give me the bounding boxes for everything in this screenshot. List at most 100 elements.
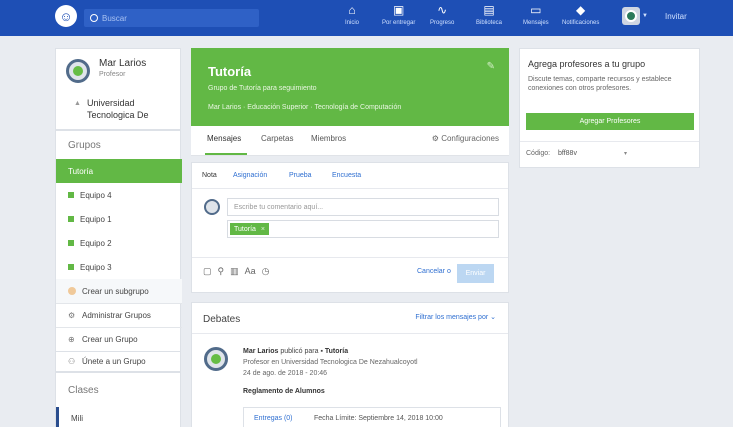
type-tab-nota[interactable]: Nota xyxy=(202,172,217,179)
group-label: Equipo 2 xyxy=(80,238,112,248)
divider xyxy=(192,188,508,189)
nav-pending[interactable]: ▣ Por entregar xyxy=(382,3,415,26)
group-item-equipo-3[interactable]: Equipo 3 xyxy=(56,255,182,279)
type-tab-prueba[interactable]: Prueba xyxy=(289,172,312,179)
group-label: Tutoría xyxy=(68,166,94,176)
nav-label: Notificaciones xyxy=(562,20,600,26)
create-subgroup-button[interactable]: Crear un subgrupo xyxy=(56,279,182,303)
plus-icon: ⊕ xyxy=(68,334,75,344)
nav-progress[interactable]: ∿ Progreso xyxy=(430,3,454,26)
nav-library[interactable]: ▤ Biblioteca xyxy=(476,3,502,26)
pencil-icon[interactable]: ✎ xyxy=(487,61,495,72)
groups-title: Grupos xyxy=(68,140,101,151)
search-icon xyxy=(90,14,98,22)
type-tab-asignacion[interactable]: Asignación xyxy=(233,172,267,179)
settings-label: Configuraciones xyxy=(441,134,499,143)
nav-label: Mensajes xyxy=(523,20,549,26)
join-group-link[interactable]: ⚇ Únete a un Grupo xyxy=(56,350,182,372)
class-item[interactable]: Mili xyxy=(56,407,182,427)
nav-label: Por entregar xyxy=(382,20,416,26)
recipient-chip[interactable]: Tutoría × xyxy=(230,223,270,235)
profile-name[interactable]: Mar Larios xyxy=(99,58,146,69)
profile-school[interactable]: Universidad Tecnologica De xyxy=(87,97,177,121)
group-subtitle: Grupo de Tutoría para seguimiento xyxy=(208,85,317,92)
settings-link[interactable]: ⚙ Configuraciones xyxy=(432,134,499,143)
join-group-row: ⚇ Únete a un Grupo xyxy=(55,352,181,372)
send-button[interactable]: Enviar xyxy=(457,264,494,283)
chevron-down-icon[interactable]: ▾ xyxy=(624,150,627,157)
group-label: Equipo 1 xyxy=(80,214,112,224)
create-group-link[interactable]: ⊕ Crear un Grupo xyxy=(56,327,182,351)
group-item-equipo-1[interactable]: Equipo 1 xyxy=(56,207,182,231)
profile-role: Profesor xyxy=(99,71,126,78)
filter-label: Filtrar los mensajes por xyxy=(415,314,489,321)
search-placeholder: Buscar xyxy=(102,13,127,23)
nav-home[interactable]: ⌂ Inicio xyxy=(345,3,359,26)
cancel-link[interactable]: Cancelar o xyxy=(417,268,451,275)
tab-carpetas[interactable]: Carpetas xyxy=(261,134,293,143)
group-code-label: Código: xyxy=(526,150,551,157)
nav-label: Progreso xyxy=(430,20,455,26)
group-title: Tutoría xyxy=(208,64,252,79)
add-professors-card: Agrega profesores a tu grupo Discute tem… xyxy=(519,48,700,168)
post-date: 24 de ago. de 2018 - 20:46 xyxy=(243,370,328,377)
group-code-value[interactable]: bff88v xyxy=(558,150,577,157)
attach-file-icon[interactable]: ▢ xyxy=(203,266,212,277)
group-label: Equipo 4 xyxy=(80,190,112,200)
post-title: Reglamento de Alumnos xyxy=(243,388,325,395)
search-input[interactable]: Buscar xyxy=(84,9,259,27)
group-item-tutoria[interactable]: Tutoría xyxy=(56,159,182,183)
recipients-field[interactable]: Tutoría × xyxy=(227,220,499,238)
add-professors-title: Agrega profesores a tu grupo xyxy=(528,59,646,69)
link-label: Crear un Grupo xyxy=(82,334,138,344)
library-icon: ▤ xyxy=(483,3,495,17)
schedule-icon[interactable]: ◷ xyxy=(262,266,270,277)
people-icon: ⚇ xyxy=(68,356,76,366)
gear-icon: ⚙ xyxy=(68,310,76,320)
close-icon[interactable]: × xyxy=(261,226,265,233)
group-color-icon xyxy=(68,216,74,222)
group-item-equipo-4[interactable]: Equipo 4 xyxy=(56,183,182,207)
nav-notifications[interactable]: ◆ Notificaciones xyxy=(562,3,599,26)
divider xyxy=(192,257,508,258)
add-professors-button[interactable]: Agregar Profesores xyxy=(526,113,694,130)
tab-miembros[interactable]: Miembros xyxy=(311,134,346,143)
filter-dropdown[interactable]: Filtrar los mensajes por ⌄ xyxy=(415,313,496,321)
comment-input[interactable]: Escribe tu comentario aquí... xyxy=(227,198,499,216)
manage-groups-link[interactable]: ⚙ Administrar Grupos xyxy=(56,303,182,327)
chevron-down-icon: ⌄ xyxy=(490,314,496,321)
avatar-icon xyxy=(625,10,637,22)
classes-title: Clases xyxy=(68,385,99,396)
deliveries-link[interactable]: Entregas (0) xyxy=(254,415,293,422)
link-icon[interactable]: ⚲ xyxy=(218,266,225,277)
post-header: Mar Larios publicó para ▪ Tutoría xyxy=(243,348,348,355)
top-bar: ☺ Buscar ⌂ Inicio ▣ Por entregar ∿ Progr… xyxy=(0,0,733,36)
text-format-button[interactable]: Aa xyxy=(245,266,256,277)
composer-avatar xyxy=(204,199,220,215)
group-item-equipo-2[interactable]: Equipo 2 xyxy=(56,231,182,255)
divider xyxy=(520,141,699,142)
group-icon: ▪ xyxy=(320,348,323,355)
debates-title: Debates xyxy=(203,314,241,325)
user-avatar[interactable] xyxy=(622,7,640,25)
invite-link[interactable]: Invitar xyxy=(665,12,687,21)
nav-messages[interactable]: ▭ Mensajes xyxy=(523,3,549,26)
groups-panel: Grupos Tutoría Equipo 4 Equipo 1 Equipo … xyxy=(55,130,182,352)
profile-avatar[interactable] xyxy=(66,59,90,83)
logo-icon[interactable]: ☺ xyxy=(55,5,77,27)
tab-mensajes[interactable]: Mensajes xyxy=(207,134,241,143)
post-author[interactable]: Mar Larios xyxy=(243,348,278,355)
deadline-text: Fecha Límite: Septiembre 14, 2018 10:00 xyxy=(314,415,443,422)
post-author-avatar[interactable] xyxy=(204,347,228,371)
post-meta: Profesor en Universidad Tecnologica De N… xyxy=(243,359,418,366)
classes-panel: Clases Mili xyxy=(55,372,181,427)
chevron-down-icon[interactable]: ▼ xyxy=(642,13,648,19)
inbox-icon: ▣ xyxy=(393,3,405,17)
composer-tools: ▢ ⚲ ▥ Aa ◷ xyxy=(203,266,270,277)
group-details: Mar Larios · Educación Superior · Tecnol… xyxy=(208,104,402,111)
link-label: Administrar Grupos xyxy=(82,310,151,320)
type-tab-encuesta[interactable]: Encuesta xyxy=(332,172,361,179)
post-group[interactable]: Tutoría xyxy=(325,348,348,355)
subgroup-icon xyxy=(68,287,76,295)
library-icon[interactable]: ▥ xyxy=(230,266,239,277)
